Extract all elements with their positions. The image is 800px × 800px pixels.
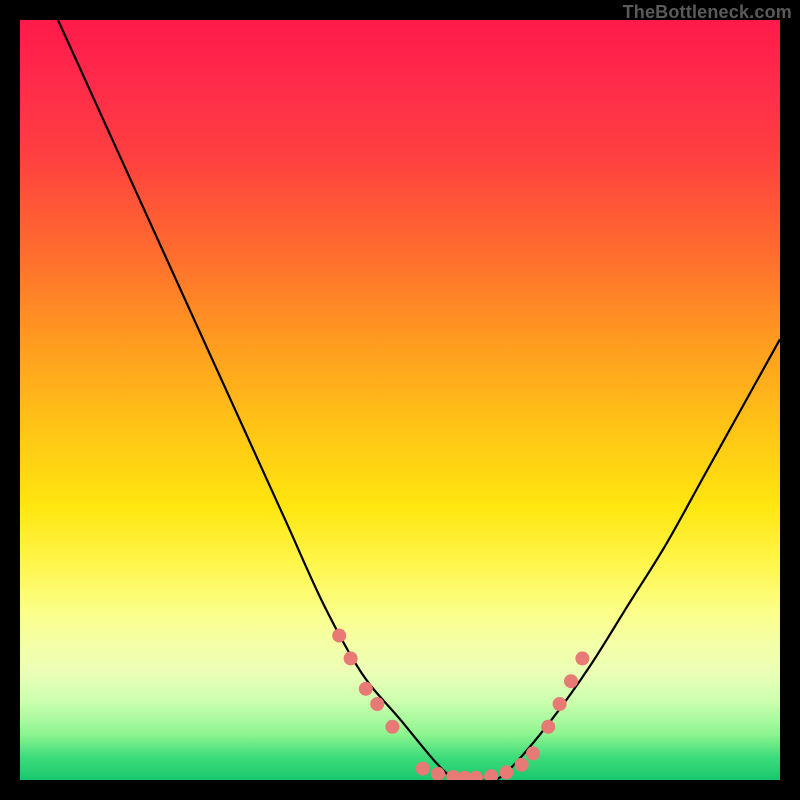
curve-marker	[416, 762, 430, 776]
plot-area	[20, 20, 780, 780]
curve-marker	[344, 651, 358, 665]
curve-marker	[564, 674, 578, 688]
curve-marker	[370, 697, 384, 711]
chart-stage: TheBottleneck.com	[0, 0, 800, 800]
curve-markers-group	[332, 629, 589, 780]
curve-marker	[553, 697, 567, 711]
curve-marker	[541, 720, 555, 734]
curve-marker	[484, 769, 498, 780]
bottleneck-curve	[58, 20, 780, 780]
curve-marker	[385, 720, 399, 734]
curve-marker	[526, 746, 540, 760]
curve-marker	[575, 651, 589, 665]
curve-marker	[499, 765, 513, 779]
curve-marker	[332, 629, 346, 643]
curve-marker	[469, 771, 483, 780]
curve-marker	[515, 758, 529, 772]
curve-marker	[359, 682, 373, 696]
chart-svg	[20, 20, 780, 780]
